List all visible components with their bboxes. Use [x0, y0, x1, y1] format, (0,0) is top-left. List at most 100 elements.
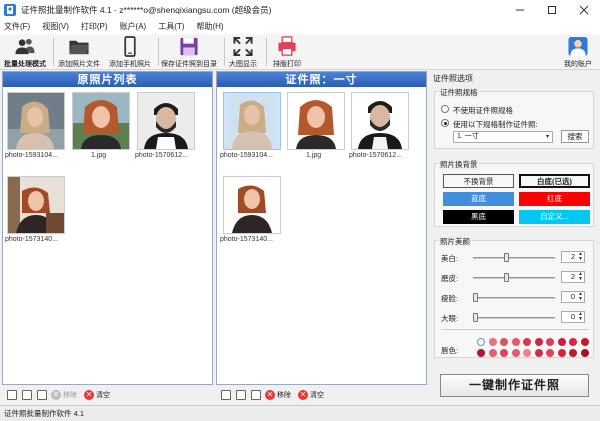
lip-color-swatch[interactable] [523, 349, 531, 357]
clear-button[interactable]: 清空 [310, 390, 324, 400]
lip-color-swatch[interactable] [580, 338, 589, 346]
add-photo-file-button[interactable]: 添加照片文件 [58, 36, 100, 69]
app-window: 证件照批量制作软件 4.1 - z******o@shenqixiangsu.c… [0, 0, 600, 421]
background-group: 照片换背景 不换背景 白底(已选) 蓝底 红底 黑底 自定义... [434, 159, 594, 227]
layout-print-button[interactable]: 排版打印 [273, 36, 301, 69]
lip-color-swatch[interactable] [488, 338, 497, 346]
select-all-icon[interactable] [221, 390, 231, 400]
id-panel-footer: ✕ 移除 ✕ 清空 [216, 387, 427, 403]
my-account-button[interactable]: 我的账户 [564, 36, 592, 69]
id-photo-thumbnail[interactable] [223, 92, 281, 150]
smooth-value[interactable]: 2 ▲ ▼ [561, 271, 585, 283]
smooth-slider-thumb[interactable] [504, 273, 510, 282]
invert-selection-icon[interactable] [37, 390, 47, 400]
lip-color-swatch[interactable] [569, 338, 577, 346]
whiten-value[interactable]: 2 ▲ ▼ [561, 251, 585, 263]
lip-color-swatch[interactable] [477, 349, 485, 357]
add-phone-photo-button[interactable]: 添加手机照片 [109, 36, 151, 69]
spec-search-button[interactable]: 搜索 [561, 130, 589, 143]
lip-color-swatch[interactable] [546, 349, 554, 357]
id-photo-thumbnail[interactable] [287, 92, 345, 150]
lip-color-swatch[interactable] [569, 349, 577, 357]
id-photo-thumbnail[interactable] [351, 92, 409, 150]
lip-color-swatch[interactable] [534, 349, 543, 357]
lip-color-swatch[interactable] [500, 349, 508, 357]
photo-filename: photo-1593104... [5, 152, 58, 159]
make-id-photo-button[interactable]: 一键制作证件照 [440, 374, 589, 397]
menu-account[interactable]: 账户(A) [120, 21, 147, 32]
bg-white-button[interactable]: 白底(已选) [519, 174, 590, 188]
minimize-button[interactable] [504, 0, 536, 19]
remove-button[interactable]: 移除 [63, 390, 77, 400]
lip-color-swatch[interactable] [511, 338, 520, 346]
lip-color-swatch[interactable] [500, 338, 508, 346]
spec-select[interactable]: 1. 一寸 ▾ [453, 131, 553, 143]
clear-icon[interactable]: ✕ [298, 390, 308, 400]
slim-face-slider[interactable] [473, 297, 555, 299]
lip-color-swatch[interactable] [511, 349, 520, 357]
menu-file[interactable]: 文件(F) [4, 21, 30, 32]
menu-print[interactable]: 打印(P) [81, 21, 108, 32]
lip-color-swatch[interactable] [557, 349, 566, 357]
slim-face-value[interactable]: 0 ▲ ▼ [561, 291, 585, 303]
big-view-button[interactable]: 大图显示 [229, 36, 257, 69]
menu-tools[interactable]: 工具(T) [158, 21, 184, 32]
lip-color-swatch[interactable] [580, 349, 589, 357]
add-photo-file-label: 添加照片文件 [58, 61, 100, 68]
id-photo-title: 证件照：一寸 [217, 72, 426, 87]
whiten-slider[interactable] [473, 257, 555, 259]
clear-button[interactable]: 清空 [96, 390, 110, 400]
lip-color-swatch[interactable] [546, 338, 554, 346]
select-all-icon[interactable] [7, 390, 17, 400]
smooth-label: 磨皮: [441, 274, 459, 283]
photo-woman-redhead [73, 93, 129, 149]
big-eye-slider-thumb[interactable] [473, 313, 478, 322]
id-photo-thumbnail[interactable] [223, 176, 281, 234]
maximize-button[interactable] [536, 0, 568, 19]
slim-face-slider-thumb[interactable] [473, 293, 478, 302]
bg-blue-button[interactable]: 蓝底 [443, 192, 514, 206]
id-photo-filename: photo-1593104... [220, 152, 273, 159]
menu-view[interactable]: 视图(V) [42, 21, 69, 32]
lip-color-swatch[interactable] [557, 338, 566, 346]
clear-icon[interactable]: ✕ [84, 390, 94, 400]
photo-thumbnail[interactable] [137, 92, 195, 150]
spec-none-radio[interactable] [441, 105, 449, 113]
select-none-icon[interactable] [236, 390, 246, 400]
save-to-folder-button[interactable]: 保存证件照到目录 [161, 36, 217, 69]
big-eye-value[interactable]: 0 ▲ ▼ [561, 311, 585, 323]
original-photo-title: 原照片列表 [3, 72, 212, 87]
smooth-value-text: 2 [570, 272, 575, 281]
photo-thumbnail[interactable] [72, 92, 130, 150]
menu-help[interactable]: 帮助(H) [196, 21, 223, 32]
big-eye-slider[interactable] [473, 317, 555, 319]
lip-color-swatch[interactable] [534, 338, 543, 346]
lip-color-swatch[interactable] [523, 338, 531, 346]
bg-none-button[interactable]: 不换背景 [443, 174, 514, 188]
spinner-arrows-icon[interactable]: ▲ ▼ [578, 312, 583, 322]
close-button[interactable] [568, 0, 600, 19]
spinner-arrows-icon[interactable]: ▲ ▼ [578, 252, 583, 262]
whiten-slider-thumb[interactable] [504, 253, 510, 262]
spec-use-radio[interactable] [441, 119, 449, 127]
smooth-slider[interactable] [473, 277, 555, 279]
spinner-arrows-icon[interactable]: ▲ ▼ [578, 292, 583, 302]
spinner-arrows-icon[interactable]: ▲ ▼ [578, 272, 583, 282]
select-none-icon[interactable] [22, 390, 32, 400]
id-photo-filename: photo-1573140... [220, 236, 273, 243]
bg-red-button[interactable]: 红底 [519, 192, 590, 206]
invert-selection-icon[interactable] [251, 390, 261, 400]
app-logo-icon [4, 3, 16, 16]
batch-mode-button[interactable]: 批量处理模式 [4, 36, 46, 69]
remove-button[interactable]: 移除 [277, 390, 291, 400]
spec-none-label: 不使用证件照规格 [453, 106, 513, 115]
bg-black-button[interactable]: 黑底 [443, 210, 514, 224]
big-view-label: 大图显示 [229, 61, 257, 68]
remove-icon[interactable]: ✕ [265, 390, 275, 400]
lip-color-swatch[interactable] [488, 349, 497, 357]
lip-color-swatch[interactable] [477, 338, 485, 346]
bg-custom-button[interactable]: 自定义... [519, 210, 590, 224]
photo-thumbnail[interactable] [7, 176, 65, 234]
remove-icon[interactable]: ✕ [51, 390, 61, 400]
photo-thumbnail[interactable] [7, 92, 65, 150]
